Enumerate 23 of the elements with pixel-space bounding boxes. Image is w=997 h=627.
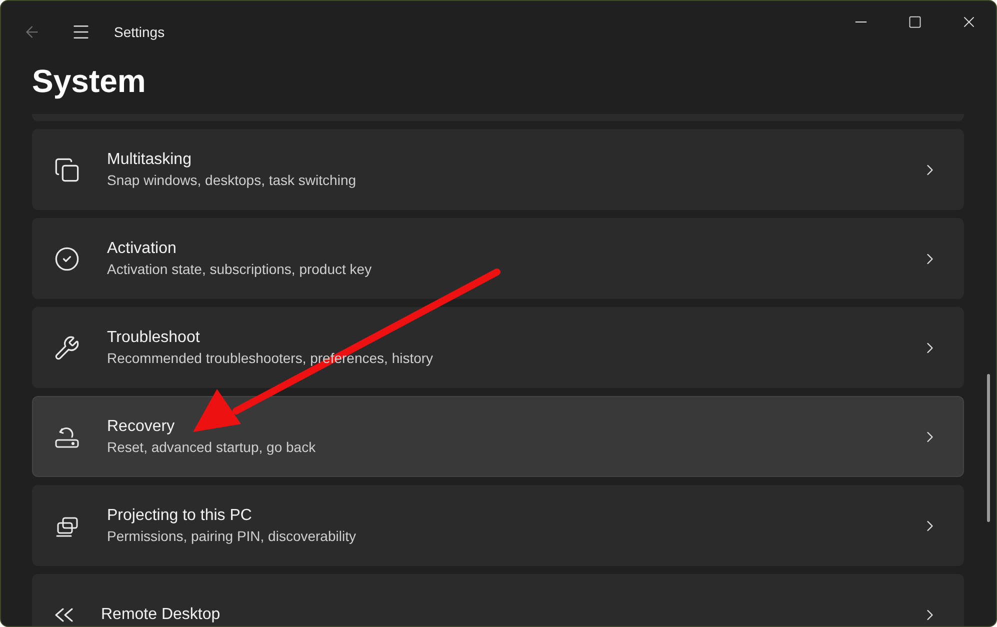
window-title: Settings — [114, 22, 165, 42]
check-circle-icon — [54, 246, 80, 272]
settings-item[interactable]: Remote Desktop — [32, 574, 964, 626]
item-description: Permissions, pairing PIN, discoverability — [107, 526, 356, 546]
item-title: Activation — [107, 238, 178, 258]
settings-item[interactable]: Recovery Reset, advanced startup, go back — [32, 396, 964, 477]
item-title: Projecting to this PC — [107, 506, 253, 526]
scrollbar-thumb[interactable] — [987, 374, 990, 522]
item-description: Activation state, subscriptions, product key — [107, 260, 372, 278]
item-title: Troubleshoot — [107, 328, 201, 348]
item-title: Recovery — [107, 416, 176, 436]
item-title: Remote Desktop — [101, 604, 220, 624]
maximize-icon[interactable] — [908, 15, 922, 29]
settings-item[interactable]: Activation Activation state, subscriptions, product key — [32, 218, 964, 299]
chevrons-icon — [54, 608, 74, 622]
settings-item[interactable]: Projecting to this PC Permissions, pairing PIN, discoverability — [32, 485, 964, 566]
item-description: Reset, advanced startup, go back — [107, 438, 316, 456]
wrench-icon — [54, 334, 80, 360]
item-title: Multitasking — [107, 150, 192, 170]
item-description: Snap windows, desktops, task switching — [107, 170, 356, 190]
windows-icon — [54, 156, 80, 182]
settings-item[interactable]: Multitasking Snap windows, desktops, task switching — [32, 129, 964, 210]
page-title: System — [32, 62, 146, 101]
